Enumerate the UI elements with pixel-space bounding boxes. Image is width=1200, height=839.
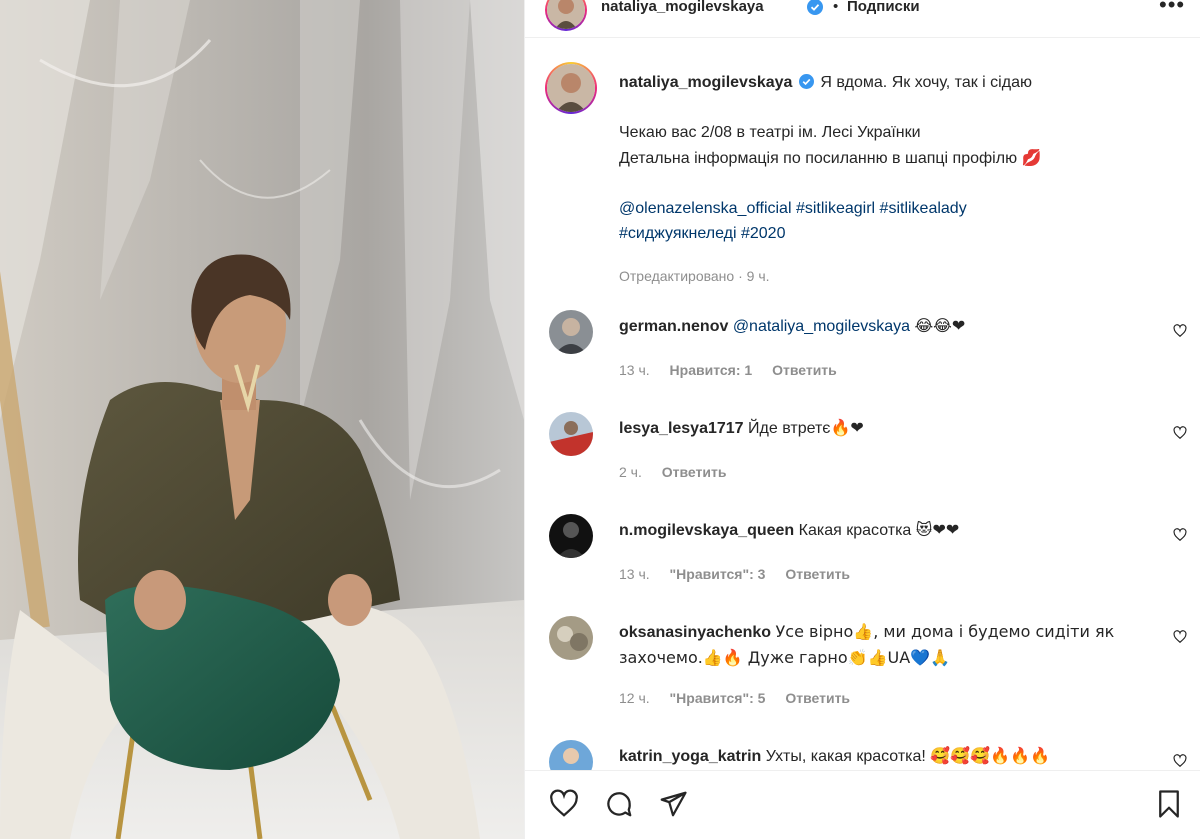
comment-text: Какая красотка	[798, 522, 912, 539]
comment-avatar[interactable]	[549, 412, 593, 456]
comment-time[interactable]: 2 ч.	[619, 464, 642, 480]
caption-avatar[interactable]	[545, 62, 597, 114]
comment-emoji: 😂😂❤	[914, 316, 966, 335]
comment-username[interactable]: n.mogilevskaya_queen	[619, 522, 794, 539]
comment-emoji: 🥰🥰🥰🔥🔥🔥	[930, 746, 1050, 765]
comment-emoji: 🔥❤	[830, 418, 864, 437]
comment-icon[interactable]	[604, 789, 634, 824]
caption-text: nataliya_mogilevskaya Я вдома. Як хочу, …	[619, 70, 1179, 289]
comment-time[interactable]: 12 ч.	[619, 690, 650, 706]
verified-badge-icon	[798, 74, 814, 89]
comment-likes[interactable]: "Нравится": 5	[670, 690, 766, 706]
verified-badge-icon	[807, 0, 823, 20]
comment-avatar[interactable]	[549, 514, 593, 558]
hashtag-link[interactable]: #2020	[741, 225, 786, 242]
mention-link[interactable]: @nataliya_mogilevskaya	[733, 318, 910, 335]
paper-plane-icon[interactable]	[658, 789, 688, 824]
comment-time[interactable]: 13 ч.	[619, 362, 650, 378]
post-photo	[0, 0, 524, 839]
caption-username[interactable]: nataliya_mogilevskaya	[619, 74, 792, 91]
edited-label: Отредактировано	[619, 268, 735, 284]
comment-likes[interactable]: Нравится: 1	[670, 362, 753, 378]
lips-emoji: 💋	[1021, 148, 1042, 167]
hashtag-link[interactable]: #сиджуякнеледі	[619, 225, 737, 242]
reply-button[interactable]: Ответить	[785, 566, 850, 582]
post-image[interactable]	[0, 0, 524, 839]
action-bar	[525, 770, 1200, 839]
comment-emoji: 😻❤❤	[915, 520, 960, 539]
heart-outline-icon[interactable]	[1173, 630, 1187, 649]
instagram-post: nataliya_mogilevskaya • Подписки ••• nat…	[0, 0, 1200, 839]
bookmark-icon[interactable]	[1154, 789, 1184, 824]
reply-button[interactable]: Ответить	[772, 362, 837, 378]
caption-line-2: Чекаю вас 2/08 в театрі ім. Лесі Українк…	[619, 124, 921, 141]
heart-outline-icon[interactable]	[1173, 528, 1187, 547]
hashtag-link[interactable]: #sitlikealady	[880, 200, 967, 217]
reply-button[interactable]: Ответить	[785, 690, 850, 706]
comment-likes[interactable]: "Нравится": 3	[670, 566, 766, 582]
meta-separator: ·	[738, 268, 743, 284]
hashtag-link[interactable]: #sitlikeagirl	[796, 200, 875, 217]
post-panel: nataliya_mogilevskaya • Подписки ••• nat…	[524, 0, 1200, 839]
comment-avatar[interactable]	[549, 310, 593, 354]
comment-username[interactable]: lesya_lesya1717	[619, 420, 744, 437]
post-header: nataliya_mogilevskaya • Подписки •••	[525, 0, 1200, 38]
author-username[interactable]: nataliya_mogilevskaya	[601, 0, 764, 15]
mention-link[interactable]: @olenazelenska_official	[619, 200, 792, 217]
caption-line-1: Я вдома. Як хочу, так і сідаю	[820, 74, 1032, 91]
comment-username[interactable]: german.nenov	[619, 318, 728, 335]
caption-time[interactable]: 9 ч.	[747, 268, 770, 284]
comment-username[interactable]: oksanasinyachenko	[619, 624, 771, 641]
caption-line-3: Детальна інформація по посиланню в шапці…	[619, 150, 1018, 167]
author-avatar[interactable]	[545, 0, 587, 31]
comment-avatar[interactable]	[549, 616, 593, 660]
following-button[interactable]: Подписки	[847, 0, 920, 15]
comment-text: Ухты, какая красотка!	[765, 748, 926, 765]
heart-outline-icon[interactable]	[1173, 426, 1187, 445]
header-separator: •	[833, 0, 839, 15]
comment-text: Усе вірно👍, ми дома і будемо сидіти як	[775, 622, 1115, 641]
reply-button[interactable]: Ответить	[662, 464, 727, 480]
heart-icon[interactable]	[549, 789, 579, 824]
comment-username[interactable]: katrin_yoga_katrin	[619, 748, 761, 765]
heart-outline-icon[interactable]	[1173, 324, 1187, 343]
comment-text-line-2: захочемо.👍🔥 Дуже гарно👏👍UA💙🙏	[619, 648, 951, 667]
comment-time[interactable]: 13 ч.	[619, 566, 650, 582]
more-options-button[interactable]: •••	[1159, 0, 1185, 18]
comment-text: Йде втретє	[748, 420, 831, 437]
